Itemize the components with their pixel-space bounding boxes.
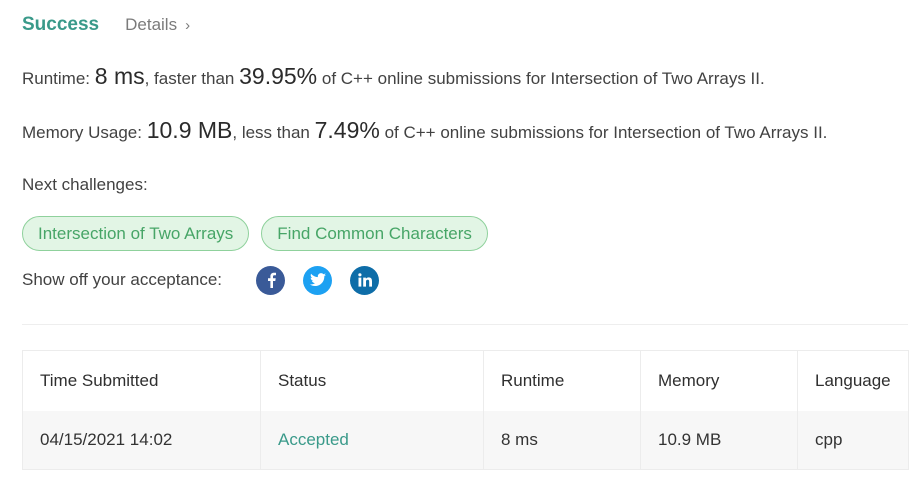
result-status-title: Success — [22, 14, 100, 35]
cell-runtime: 8 ms — [484, 411, 641, 469]
memory-stat: Memory Usage: 10.9 MB, less than 7.49% o… — [22, 117, 827, 144]
linkedin-icon[interactable] — [350, 265, 380, 295]
runtime-label: Runtime: — [22, 69, 91, 88]
runtime-stat: Runtime: 8 ms, faster than 39.95% of C++… — [22, 63, 765, 90]
column-header-status: Status — [261, 351, 484, 411]
next-challenges-list: Intersection of Two Arrays Find Common C… — [22, 216, 500, 251]
memory-comparison: , less than — [232, 123, 310, 142]
runtime-value: 8 ms — [94, 63, 145, 89]
memory-suffix: of C++ online submissions for Intersecti… — [384, 123, 828, 142]
column-header-memory: Memory — [641, 351, 798, 411]
table-header-row: Time Submitted Status Runtime Memory Lan… — [23, 351, 908, 411]
next-challenges-label: Next challenges: — [22, 175, 148, 194]
memory-percent: 7.49% — [314, 117, 380, 143]
section-divider — [22, 324, 908, 325]
cell-time-submitted: 04/15/2021 14:02 — [23, 411, 261, 469]
challenge-chip-intersection-of-two-arrays[interactable]: Intersection of Two Arrays — [22, 216, 250, 251]
column-header-runtime: Runtime — [484, 351, 641, 411]
result-header: Success Details › — [22, 13, 190, 37]
table-row: 04/15/2021 14:02 Accepted 8 ms 10.9 MB c… — [23, 411, 908, 469]
chevron-right-icon: › — [185, 16, 191, 34]
runtime-suffix: of C++ online submissions for Intersecti… — [321, 69, 765, 88]
memory-label: Memory Usage: — [22, 123, 142, 142]
details-label: Details — [125, 15, 178, 34]
facebook-icon[interactable] — [256, 265, 286, 295]
details-link[interactable]: Details › — [125, 15, 190, 35]
runtime-percent: 39.95% — [239, 63, 318, 89]
column-header-time-submitted: Time Submitted — [23, 351, 261, 411]
memory-value: 10.9 MB — [146, 117, 233, 143]
share-row: Show off your acceptance: — [22, 264, 397, 296]
cell-language: cpp — [815, 430, 843, 449]
cell-status-link[interactable]: Accepted — [261, 411, 484, 469]
column-header-language: Language — [815, 371, 891, 390]
twitter-icon[interactable] — [303, 265, 333, 295]
runtime-comparison: , faster than — [144, 69, 235, 88]
submission-table: Time Submitted Status Runtime Memory Lan… — [22, 350, 909, 470]
share-label: Show off your acceptance: — [22, 270, 223, 289]
challenge-chip-find-common-characters[interactable]: Find Common Characters — [261, 216, 488, 251]
cell-memory: 10.9 MB — [641, 411, 798, 469]
